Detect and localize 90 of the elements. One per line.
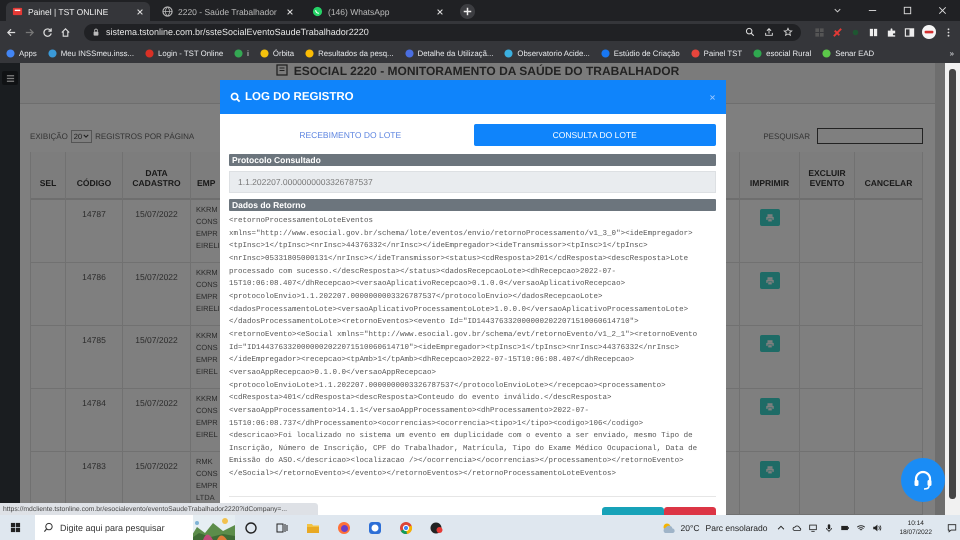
label: EXIBIÇÃO	[30, 132, 68, 141]
weather-text: Parc ensolarado	[706, 522, 768, 532]
url-text: sistema.tstonline.com.br/ssteSocialEventoSaudeTrabalhador2220	[106, 27, 369, 37]
section-header: Protocolo Consultado	[229, 154, 716, 166]
printer-icon	[764, 338, 774, 348]
windows-icon[interactable]	[10, 522, 21, 533]
reload-icon[interactable]	[42, 26, 53, 38]
side-panel-icon[interactable]	[904, 26, 915, 38]
tab[interactable]: CONSULTA DO LOTE	[474, 124, 716, 146]
close-icon[interactable]	[436, 8, 444, 16]
document-icon	[276, 64, 288, 76]
logo-icon	[12, 6, 23, 17]
printer-icon	[764, 212, 774, 222]
back-icon[interactable]	[6, 26, 17, 38]
table-cell-text: 14784	[82, 398, 106, 410]
forward-icon[interactable]	[24, 26, 35, 38]
bookmark-icon	[600, 48, 610, 58]
bookmark-icon	[690, 48, 700, 58]
star-icon[interactable]	[783, 27, 793, 37]
caret-icon	[83, 133, 90, 140]
close-icon[interactable]	[136, 8, 144, 16]
maximize-icon[interactable]	[902, 5, 913, 16]
table-cell-text: 14787	[82, 209, 106, 221]
chrome-icon[interactable]	[398, 520, 414, 536]
page-title: ESOCIAL 2220 - MONITORAMENTO DA SAÚDE DO TRABALHADOR	[294, 64, 680, 78]
bookmark-icon	[260, 48, 269, 58]
cloud-icon[interactable]	[792, 522, 802, 532]
app-icon[interactable]	[429, 520, 445, 536]
avatar-icon[interactable]	[922, 25, 936, 39]
home-icon[interactable]	[60, 26, 71, 38]
circle-icon[interactable]	[243, 520, 259, 536]
modal-title: LOG DO REGISTRO	[245, 91, 354, 103]
table-cell-text: 14785	[82, 335, 106, 347]
bookmark-icon	[305, 48, 314, 58]
table-cell-text: 14786	[82, 272, 106, 284]
printer-icon	[764, 464, 774, 474]
bookmark-icon	[753, 48, 762, 58]
chat-bubble-icon	[312, 6, 323, 17]
new-tab-button[interactable]	[460, 4, 475, 19]
search-icon	[230, 92, 241, 102]
browser-tab[interactable]: 2220 - Saúde Trabalhador	[156, 2, 300, 21]
menu-icon	[6, 74, 14, 82]
menu-button[interactable]	[2, 71, 18, 85]
bookmark-icon	[504, 48, 514, 58]
column-header[interactable]: DATA CADASTRO	[123, 152, 191, 200]
zoom-icon[interactable]	[745, 27, 755, 37]
browser-icon[interactable]	[336, 520, 352, 536]
bookmark-icon	[48, 48, 57, 58]
table-cell-text: 15/07/2022	[135, 335, 178, 347]
column-header[interactable]: EXCLUIR EVENTO	[800, 152, 855, 200]
printer-icon	[764, 402, 774, 412]
bookmark-icon	[404, 48, 414, 58]
printer-icon	[764, 276, 774, 286]
microphone-icon[interactable]	[824, 522, 834, 532]
section-header: Dados do Retorno	[229, 199, 716, 211]
bookmark-icon	[6, 48, 15, 58]
close-icon[interactable]	[937, 5, 948, 16]
address-bar[interactable]: sistema.tstonline.com.br/ssteSocialEventoSaudeTrabalhador2220	[84, 24, 801, 40]
close-icon[interactable]	[286, 8, 294, 16]
scrollbar[interactable]	[949, 69, 956, 499]
table-cell-text: 15/07/2022	[135, 272, 178, 284]
bookmark-icon	[234, 48, 244, 58]
label: REGISTROS POR PÁGINA	[95, 132, 194, 141]
extension-icon[interactable]	[868, 26, 879, 38]
browser-tab[interactable]: (146) WhatsApp	[306, 2, 450, 21]
lock-icon	[92, 28, 100, 36]
browser-tab[interactable]: Painel | TST ONLINE	[6, 2, 150, 21]
bookmark-icon	[145, 48, 154, 58]
search-label: PESQUISAR	[763, 132, 810, 141]
column-header[interactable]: CANCELAR	[855, 152, 923, 200]
column-header[interactable]: SEL	[31, 152, 66, 200]
wifi-icon[interactable]	[856, 522, 866, 532]
protocol-field[interactable]: 1.1.202207.0000000003326787537	[229, 171, 716, 193]
speaker-icon[interactable]	[872, 522, 882, 532]
column-header[interactable]: CÓDIGO	[66, 152, 123, 200]
taskbar-search-field[interactable]: Digite aqui para pesquisar	[35, 515, 193, 540]
globe-icon	[162, 6, 173, 17]
tab[interactable]: RECEBIMENTO DO LOTE	[229, 124, 472, 146]
weather-icon	[660, 522, 677, 534]
table-cell-text: 15/07/2022	[135, 209, 178, 221]
temperature-text: 20°C	[680, 522, 700, 532]
monitor-icon[interactable]	[808, 522, 818, 532]
search-icon	[43, 522, 54, 533]
notification-icon[interactable]	[947, 522, 957, 532]
bookmark-icon	[822, 48, 832, 58]
search-field[interactable]	[817, 128, 923, 144]
puzzle-icon[interactable]	[886, 26, 897, 38]
table-cell-text: 15/07/2022	[135, 398, 178, 410]
column-header[interactable]: IMPRIMIR	[740, 152, 800, 200]
share-icon[interactable]	[764, 27, 774, 37]
